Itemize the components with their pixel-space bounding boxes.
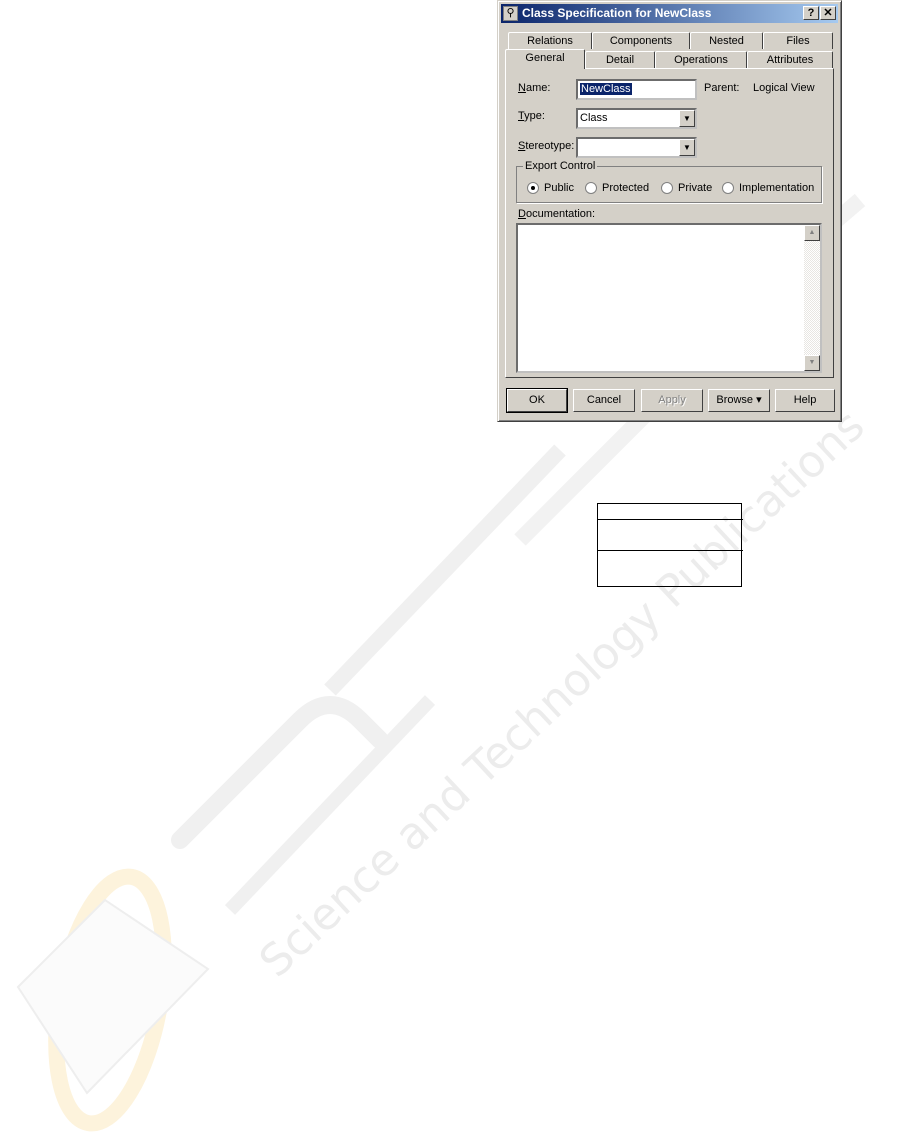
help-button[interactable]: Help (775, 389, 835, 412)
documentation-textarea[interactable]: ▲ ▼ (516, 223, 822, 373)
uml-class-box (597, 503, 743, 587)
wand-icon: ⚲ (503, 6, 518, 21)
tab-nested[interactable]: Nested (690, 32, 763, 49)
class-specification-dialog: ⚲ Class Specification for NewClass ? ✕ R… (497, 0, 842, 422)
documentation-label: Documentation: (518, 208, 596, 220)
radio-protected-label: Protected (602, 182, 650, 194)
title-bar[interactable]: ⚲ Class Specification for NewClass ? ✕ (501, 4, 838, 23)
radio-protected[interactable]: Protected (585, 182, 649, 194)
cancel-button[interactable]: Cancel (573, 389, 635, 412)
scroll-down-arrow-icon[interactable]: ▼ (804, 355, 820, 371)
radio-implementation[interactable]: Implementation (722, 182, 814, 194)
tab-detail[interactable]: Detail (585, 51, 655, 68)
apply-button[interactable]: Apply (641, 389, 703, 412)
uml-compartment-divider (598, 550, 743, 551)
dialog-title: Class Specification for NewClass (522, 6, 712, 20)
stereotype-dropdown-chevron-down-icon[interactable]: ▼ (679, 139, 695, 156)
close-button[interactable]: ✕ (820, 6, 836, 20)
tab-operations[interactable]: Operations (655, 51, 747, 68)
radio-implementation-label: Implementation (739, 182, 815, 194)
help-title-button[interactable]: ? (803, 6, 819, 20)
type-select[interactable]: Class ▼ (576, 108, 697, 129)
ok-button[interactable]: OK (506, 388, 568, 413)
name-input[interactable]: NewClass (576, 79, 697, 100)
radio-unchecked-icon (722, 182, 734, 194)
uml-compartment-divider (598, 519, 743, 520)
radio-public[interactable]: Public (527, 182, 574, 194)
tab-attributes[interactable]: Attributes (747, 51, 833, 68)
browse-button[interactable]: Browse ▾ (708, 389, 770, 412)
radio-private[interactable]: Private (661, 182, 712, 194)
type-dropdown-chevron-down-icon[interactable]: ▼ (679, 110, 695, 127)
radio-unchecked-icon (585, 182, 597, 194)
type-label: Type: (518, 110, 545, 122)
radio-public-label: Public (544, 182, 574, 194)
radio-unchecked-icon (661, 182, 673, 194)
tab-components[interactable]: Components (592, 32, 690, 49)
tab-relations[interactable]: Relations (508, 32, 592, 49)
parent-label: Parent: (704, 82, 740, 94)
general-tab-panel: Name: NewClass Parent: Logical View Type… (505, 68, 834, 378)
parent-value: Logical View (753, 82, 815, 94)
radio-checked-icon (527, 182, 539, 194)
export-control-title: Export Control (523, 160, 598, 172)
documentation-scrollbar[interactable]: ▲ ▼ (804, 225, 820, 371)
scroll-up-arrow-icon[interactable]: ▲ (804, 225, 820, 241)
name-label: Name: (518, 82, 551, 94)
type-select-value: Class (580, 112, 608, 124)
name-input-value: NewClass (580, 83, 632, 95)
radio-private-label: Private (678, 182, 713, 194)
watermark-subtitle: Science and Technology Publications (250, 400, 875, 988)
export-control-group: Export Control Public Protected Private … (516, 160, 822, 203)
tab-files[interactable]: Files (763, 32, 833, 49)
stereotype-select[interactable]: ▼ (576, 137, 697, 158)
close-icon: ✕ (823, 7, 833, 19)
stereotype-label: Stereotype: (518, 140, 575, 152)
tab-general[interactable]: General (505, 49, 585, 69)
